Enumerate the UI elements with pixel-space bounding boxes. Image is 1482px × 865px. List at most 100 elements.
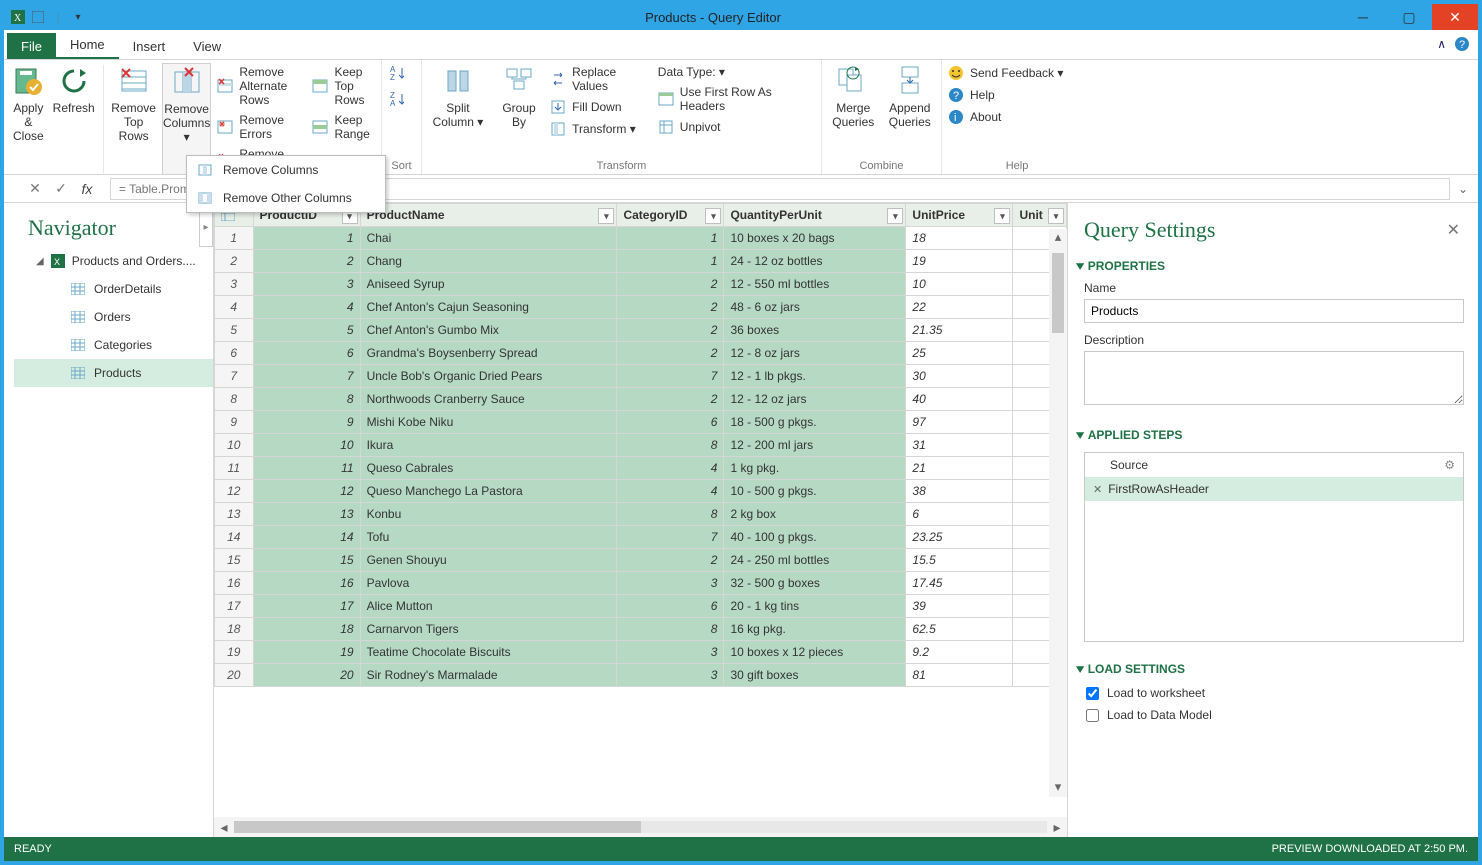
cell-quantity[interactable]: 10 boxes x 12 pieces xyxy=(724,641,906,664)
cell-categoryid[interactable]: 2 xyxy=(617,388,724,411)
close-button[interactable]: ✕ xyxy=(1432,4,1478,30)
qat-dropdown[interactable]: ▾ xyxy=(70,9,86,25)
collapse-ribbon-icon[interactable]: ∧ xyxy=(1437,37,1446,51)
cell-unitprice[interactable]: 81 xyxy=(906,664,1013,687)
formula-commit[interactable]: ✓ xyxy=(48,180,74,197)
dd-remove-columns[interactable]: Remove Columns xyxy=(187,156,385,184)
cell-productid[interactable]: 11 xyxy=(253,457,360,480)
cell-productid[interactable]: 12 xyxy=(253,480,360,503)
cell-productname[interactable]: Chef Anton's Gumbo Mix xyxy=(360,319,617,342)
cell-productid[interactable]: 1 xyxy=(253,227,360,250)
column-header-unitprice[interactable]: UnitPrice▾ xyxy=(906,204,1013,227)
cell-unitprice[interactable]: 21.35 xyxy=(906,319,1013,342)
row-number[interactable]: 20 xyxy=(215,664,254,687)
cell-productid[interactable]: 3 xyxy=(253,273,360,296)
table-row[interactable]: 11Chai110 boxes x 20 bags18 xyxy=(215,227,1067,250)
description-input[interactable] xyxy=(1084,351,1464,405)
tab-insert[interactable]: Insert xyxy=(119,33,180,59)
table-row[interactable]: 22Chang124 - 12 oz bottles19 xyxy=(215,250,1067,273)
row-number[interactable]: 12 xyxy=(215,480,254,503)
cell-unitprice[interactable]: 40 xyxy=(906,388,1013,411)
cell-unitprice[interactable]: 97 xyxy=(906,411,1013,434)
row-number[interactable]: 6 xyxy=(215,342,254,365)
cell-quantity[interactable]: 12 - 1 lb pkgs. xyxy=(724,365,906,388)
data-type-button[interactable]: Data Type: ▾ xyxy=(658,65,815,79)
minimize-button[interactable]: ─ xyxy=(1340,4,1386,30)
cell-productname[interactable]: Northwoods Cranberry Sauce xyxy=(360,388,617,411)
table-row[interactable]: 1919Teatime Chocolate Biscuits310 boxes … xyxy=(215,641,1067,664)
cell-productid[interactable]: 5 xyxy=(253,319,360,342)
cell-categoryid[interactable]: 2 xyxy=(617,319,724,342)
cell-categoryid[interactable]: 2 xyxy=(617,296,724,319)
cell-productid[interactable]: 16 xyxy=(253,572,360,595)
cell-categoryid[interactable]: 7 xyxy=(617,365,724,388)
cell-productid[interactable]: 14 xyxy=(253,526,360,549)
cell-unitprice[interactable]: 25 xyxy=(906,342,1013,365)
cell-productid[interactable]: 13 xyxy=(253,503,360,526)
step-source[interactable]: Source⚙ xyxy=(1085,453,1463,477)
cell-quantity[interactable]: 12 - 200 ml jars xyxy=(724,434,906,457)
cell-productname[interactable]: Tofu xyxy=(360,526,617,549)
cell-quantity[interactable]: 16 kg pkg. xyxy=(724,618,906,641)
row-number[interactable]: 18 xyxy=(215,618,254,641)
table-row[interactable]: 88Northwoods Cranberry Sauce212 - 12 oz … xyxy=(215,388,1067,411)
cell-categoryid[interactable]: 8 xyxy=(617,503,724,526)
column-header-unit[interactable]: Unit▾ xyxy=(1013,204,1067,227)
cell-unitprice[interactable]: 15.5 xyxy=(906,549,1013,572)
name-input[interactable] xyxy=(1084,299,1464,323)
nav-item-orderdetails[interactable]: OrderDetails xyxy=(14,275,213,303)
cell-productname[interactable]: Genen Shouyu xyxy=(360,549,617,572)
row-number[interactable]: 19 xyxy=(215,641,254,664)
cell-productname[interactable]: Teatime Chocolate Biscuits xyxy=(360,641,617,664)
column-header-categoryid[interactable]: CategoryID▾ xyxy=(617,204,724,227)
cell-productname[interactable]: Ikura xyxy=(360,434,617,457)
cell-productname[interactable]: Chai xyxy=(360,227,617,250)
cell-productname[interactable]: Uncle Bob's Organic Dried Pears xyxy=(360,365,617,388)
cell-productname[interactable]: Mishi Kobe Niku xyxy=(360,411,617,434)
load-worksheet-check[interactable]: Load to worksheet xyxy=(1074,682,1464,704)
cell-quantity[interactable]: 10 - 500 g pkgs. xyxy=(724,480,906,503)
cell-productname[interactable]: Konbu xyxy=(360,503,617,526)
navigator-collapse[interactable]: ▸ xyxy=(199,207,213,247)
cell-categoryid[interactable]: 3 xyxy=(617,664,724,687)
row-number[interactable]: 11 xyxy=(215,457,254,480)
row-number[interactable]: 14 xyxy=(215,526,254,549)
cell-productid[interactable]: 6 xyxy=(253,342,360,365)
about-button[interactable]: iAbout xyxy=(948,109,1063,125)
row-number[interactable]: 13 xyxy=(215,503,254,526)
cell-categoryid[interactable]: 6 xyxy=(617,595,724,618)
cell-productname[interactable]: Grandma's Boysenberry Spread xyxy=(360,342,617,365)
settings-close[interactable]: ✕ xyxy=(1447,220,1460,240)
cell-unitprice[interactable]: 62.5 xyxy=(906,618,1013,641)
section-applied-steps[interactable]: ▶APPLIED STEPS xyxy=(1074,422,1464,448)
cell-quantity[interactable]: 36 boxes xyxy=(724,319,906,342)
cell-productid[interactable]: 19 xyxy=(253,641,360,664)
row-number[interactable]: 3 xyxy=(215,273,254,296)
row-number[interactable]: 17 xyxy=(215,595,254,618)
cell-categoryid[interactable]: 6 xyxy=(617,411,724,434)
row-number[interactable]: 8 xyxy=(215,388,254,411)
fill-down-button[interactable]: Fill Down xyxy=(550,99,652,115)
cell-categoryid[interactable]: 7 xyxy=(617,526,724,549)
merge-queries-button[interactable]: Merge Queries xyxy=(828,63,879,158)
cell-quantity[interactable]: 20 - 1 kg tins xyxy=(724,595,906,618)
cell-productid[interactable]: 20 xyxy=(253,664,360,687)
cell-categoryid[interactable]: 8 xyxy=(617,618,724,641)
table-row[interactable]: 1212Queso Manchego La Pastora410 - 500 g… xyxy=(215,480,1067,503)
table-row[interactable]: 55Chef Anton's Gumbo Mix236 boxes21.35 xyxy=(215,319,1067,342)
cell-productid[interactable]: 15 xyxy=(253,549,360,572)
filter-button[interactable]: ▾ xyxy=(887,208,903,224)
remove-top-rows-button[interactable]: Remove Top Rows xyxy=(111,63,156,175)
table-row[interactable]: 1717Alice Mutton620 - 1 kg tins39 xyxy=(215,595,1067,618)
table-row[interactable]: 77Uncle Bob's Organic Dried Pears712 - 1… xyxy=(215,365,1067,388)
cell-categoryid[interactable]: 4 xyxy=(617,457,724,480)
cell-unitprice[interactable]: 21 xyxy=(906,457,1013,480)
cell-categoryid[interactable]: 1 xyxy=(617,250,724,273)
horizontal-scrollbar[interactable]: ◂ ▸ xyxy=(214,817,1067,837)
cell-quantity[interactable]: 12 - 12 oz jars xyxy=(724,388,906,411)
cell-categoryid[interactable]: 2 xyxy=(617,549,724,572)
table-row[interactable]: 66Grandma's Boysenberry Spread212 - 8 oz… xyxy=(215,342,1067,365)
dd-remove-other-columns[interactable]: Remove Other Columns xyxy=(187,184,385,212)
cell-unitprice[interactable]: 23.25 xyxy=(906,526,1013,549)
cell-unitprice[interactable]: 31 xyxy=(906,434,1013,457)
